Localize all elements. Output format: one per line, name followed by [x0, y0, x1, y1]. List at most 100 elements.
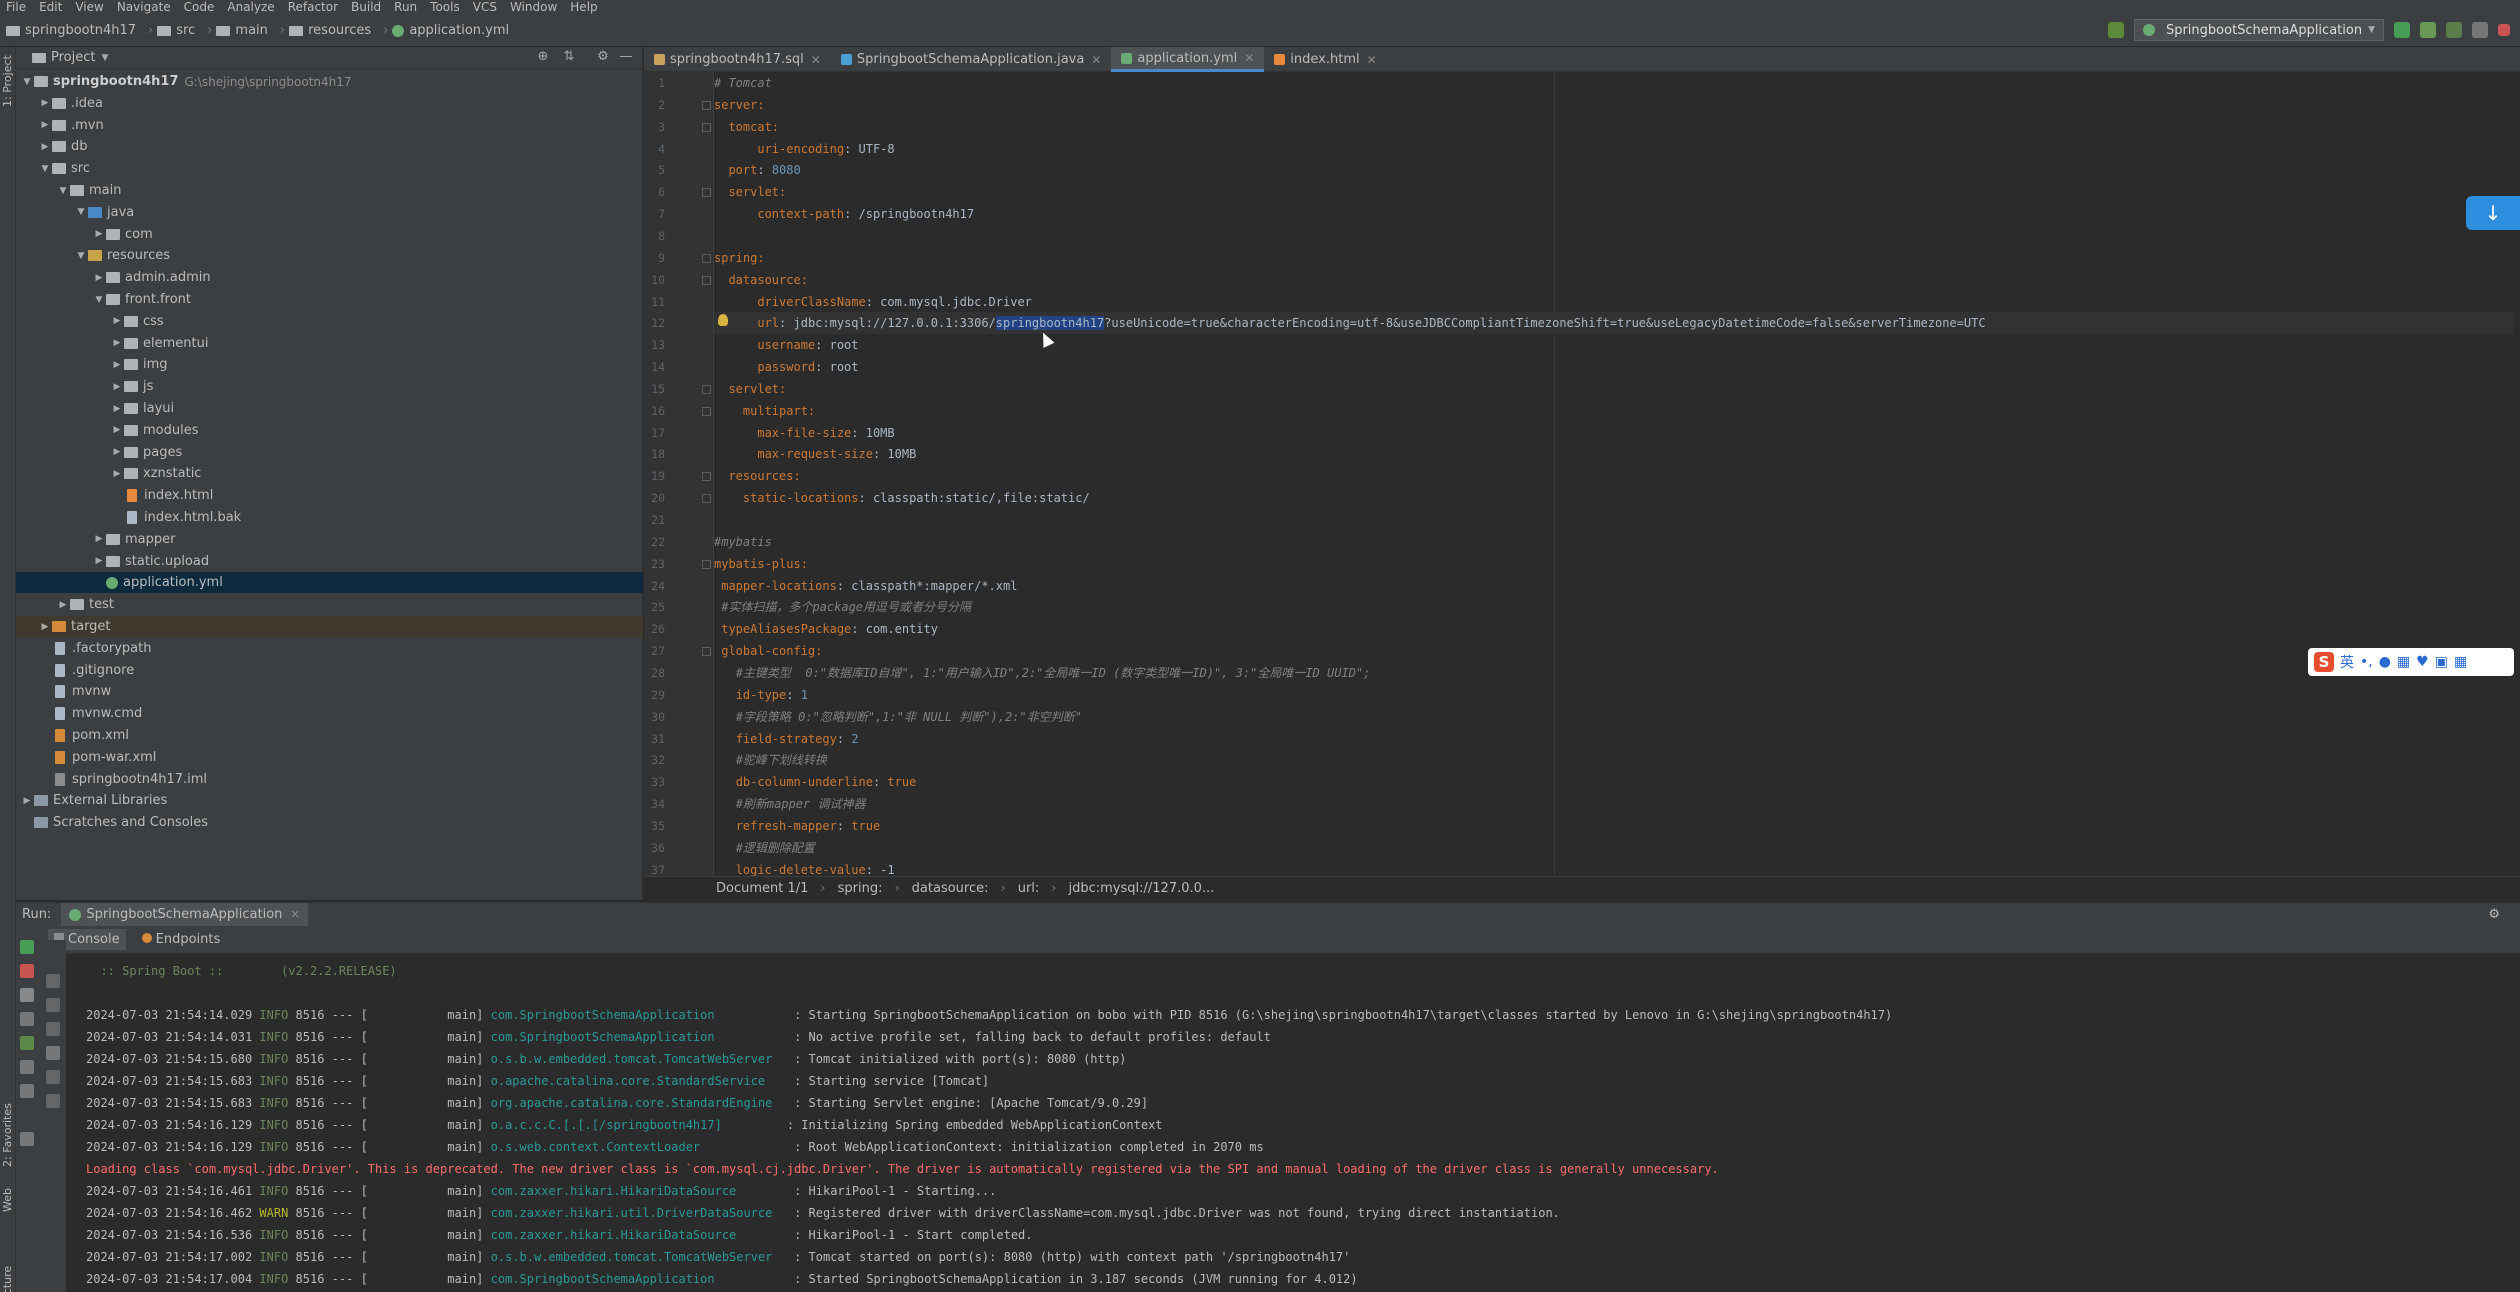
menu-item-vcs[interactable]: VCS	[467, 0, 504, 15]
code-line[interactable]: field-strategy: 2	[714, 728, 2514, 750]
editor-breadcrumb-item[interactable]: url:	[1018, 881, 1040, 896]
chevron-down-icon[interactable]: ▼	[74, 251, 88, 261]
menu-item-tools[interactable]: Tools	[424, 0, 467, 15]
code-line[interactable]: #刷新mapper 调试神器	[714, 793, 2514, 815]
editor-breadcrumb-item[interactable]: datasource:	[912, 881, 989, 896]
tree-item[interactable]: ▶ .idea	[16, 93, 643, 114]
tree-item[interactable]: ▶ static.upload	[16, 551, 643, 572]
code-line[interactable]: global-config:	[714, 640, 2514, 662]
tree-item[interactable]: .factorypath	[16, 638, 643, 659]
code-line[interactable]: max-request-size: 10MB	[714, 443, 2514, 465]
tree-item[interactable]: ▼ src	[16, 158, 643, 179]
console-output[interactable]: :: Spring Boot :: (v2.2.2.RELEASE) 2024-0…	[70, 954, 2520, 1292]
code-line[interactable]: server:	[714, 94, 2514, 116]
hammer-icon[interactable]	[2107, 22, 2124, 38]
tree-item[interactable]: mvnw.cmd	[16, 703, 643, 724]
chevron-down-icon[interactable]: ▼	[74, 207, 88, 217]
code-line[interactable]: #字段策略 0:"忽略判断",1:"非 NULL 判断"),2:"非空判断"	[714, 706, 2514, 728]
code-line[interactable]: password: root	[714, 356, 2514, 378]
tree-item[interactable]: springbootn4h17.iml	[16, 769, 643, 790]
web-tool-button[interactable]: Web	[1, 1188, 14, 1212]
tree-item[interactable]: .gitignore	[16, 660, 643, 681]
ime-toolbar[interactable]: S 英 •, ● ▦ ♥ ▣ ▦	[2308, 648, 2514, 676]
code-line[interactable]: servlet:	[714, 181, 2514, 203]
close-icon[interactable]: ✕	[1367, 53, 1377, 67]
stop-icon[interactable]	[20, 964, 34, 978]
rerun-icon[interactable]	[20, 940, 34, 954]
fold-marker-icon[interactable]	[702, 275, 711, 285]
chevron-down-icon[interactable]: ▼	[101, 53, 108, 63]
code-line[interactable]: #mybatis	[714, 531, 2514, 553]
menu-item-help[interactable]: Help	[564, 0, 604, 15]
code-line[interactable]: static-locations: classpath:static/,file…	[714, 487, 2514, 509]
scroll-up-icon[interactable]	[46, 974, 60, 988]
gear-icon[interactable]: ⚙	[596, 50, 610, 64]
scroll-to-end-icon[interactable]	[46, 1046, 60, 1060]
menu-item-navigate[interactable]: Navigate	[111, 0, 178, 15]
chevron-right-icon[interactable]: ▶	[110, 447, 124, 457]
breadcrumb-item[interactable]: › src	[140, 23, 199, 38]
code-line[interactable]: uri-encoding: UTF-8	[714, 138, 2514, 160]
tree-item[interactable]: ▼ resources	[16, 245, 643, 266]
tab-endpoints[interactable]: Endpoints	[141, 932, 220, 947]
profile-icon[interactable]	[2472, 22, 2488, 38]
tree-item[interactable]: ▼ main	[16, 180, 643, 201]
tree-item[interactable]: application.yml	[16, 572, 643, 594]
camera-icon[interactable]	[20, 1012, 34, 1026]
code-line[interactable]: id-type: 1	[714, 684, 2514, 706]
chevron-right-icon[interactable]: ▶	[110, 338, 124, 348]
tree-item[interactable]: index.html	[16, 485, 643, 506]
tree-item[interactable]: ▼ front.front	[16, 289, 643, 310]
chevron-right-icon[interactable]: ▶	[110, 425, 124, 435]
menu-item-code[interactable]: Code	[178, 0, 222, 15]
menu-item-edit[interactable]: Edit	[33, 0, 69, 15]
trash-icon[interactable]	[46, 1094, 60, 1108]
code-line[interactable]	[714, 509, 2514, 531]
chevron-right-icon[interactable]: ▶	[110, 469, 124, 479]
fold-marker-icon[interactable]	[702, 472, 711, 482]
pin-icon[interactable]	[20, 1132, 34, 1146]
chevron-down-icon[interactable]: ▼	[20, 77, 34, 87]
code-line[interactable]	[714, 225, 2514, 247]
tree-item[interactable]: ▶ pages	[16, 442, 643, 463]
tree-item[interactable]: ▶ layui	[16, 398, 643, 419]
code-line[interactable]: mapper-locations: classpath*:mapper/*.xm…	[714, 575, 2514, 597]
menu-item-window[interactable]: Window	[504, 0, 564, 15]
menu-item-analyze[interactable]: Analyze	[221, 0, 281, 15]
code-line[interactable]: spring:	[714, 247, 2514, 269]
run-tab[interactable]: SpringbootSchemaApplication ✕	[61, 902, 308, 927]
run-config-select[interactable]: SpringbootSchemaApplication ▼	[2133, 19, 2384, 41]
tree-item[interactable]: ▶ com	[16, 224, 643, 245]
grid-icon[interactable]: ▦	[2454, 654, 2467, 670]
collapse-all-icon[interactable]: ⇅	[562, 50, 576, 64]
debug-icon[interactable]	[20, 1036, 34, 1050]
breadcrumb-item[interactable]: › resources	[272, 23, 375, 38]
fold-marker-icon[interactable]	[702, 384, 711, 394]
chevron-right-icon[interactable]: ▶	[92, 229, 106, 239]
chevron-right-icon[interactable]: ▶	[38, 98, 52, 108]
code-line[interactable]: #逻辑删除配置	[714, 837, 2514, 859]
project-view-select[interactable]: Project	[51, 50, 95, 65]
menu-item-file[interactable]: File	[0, 0, 33, 15]
exit-icon[interactable]	[20, 1060, 34, 1074]
code-line[interactable]: #驼峰下划线转换	[714, 749, 2514, 771]
code-line[interactable]: url: jdbc:mysql://127.0.0.1:3306/springb…	[714, 312, 2514, 335]
coverage-icon[interactable]	[2446, 22, 2462, 38]
tree-item[interactable]: mvnw	[16, 681, 643, 702]
code-line[interactable]: logic-delete-value: -1	[714, 859, 2514, 876]
tree-item[interactable]: ▶ mapper	[16, 529, 643, 550]
editor-tab[interactable]: index.html ✕	[1264, 47, 1386, 72]
structure-tool-button[interactable]: Structure	[1, 1266, 14, 1292]
keyboard-icon[interactable]: ▦	[2397, 654, 2410, 670]
code-editor[interactable]: 1 2 3 4 5 6 7 8 9 10 11 12 13 14 15 16 17 18 19 20 21 22 23 24 2…	[644, 72, 2520, 876]
debug-icon[interactable]	[2420, 22, 2436, 38]
tree-item[interactable]: pom-war.xml	[16, 747, 643, 768]
code-line[interactable]: servlet:	[714, 378, 2514, 400]
tree-item[interactable]: pom.xml	[16, 725, 643, 746]
fold-marker-icon[interactable]	[702, 122, 711, 132]
chevron-right-icon[interactable]: ▶	[110, 404, 124, 414]
fold-marker-icon[interactable]	[702, 100, 711, 110]
breadcrumb-item[interactable]: › main	[199, 23, 272, 38]
code-line[interactable]: mybatis-plus:	[714, 553, 2514, 575]
tree-item[interactable]: ▶ External Libraries	[16, 790, 643, 811]
